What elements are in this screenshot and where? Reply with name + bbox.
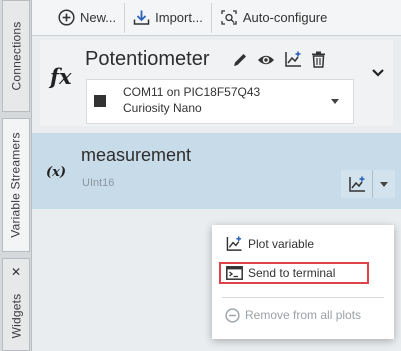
variable-type: UInt16 (82, 177, 115, 189)
close-icon[interactable]: ✕ (11, 265, 21, 279)
tab-widgets[interactable]: ✕ Widgets (2, 258, 30, 351)
new-button[interactable]: New... (50, 2, 126, 33)
tab-widgets-label: Widgets (9, 293, 23, 338)
device-square-icon (94, 95, 106, 107)
connection-line-2: Curiosity Nano (123, 101, 202, 115)
import-button[interactable]: Import... (125, 2, 212, 33)
menu-item-plot-variable-label: Plot variable (248, 237, 315, 251)
menu-item-send-to-terminal-label: Send to terminal (248, 266, 336, 280)
streamer-actions (232, 51, 326, 68)
new-button-label: New... (80, 10, 117, 25)
menu-item-plot-variable[interactable]: Plot variable (219, 233, 314, 255)
plot-variable-button[interactable] (341, 170, 373, 198)
main-panel: New... Import... Auto-configure fx Poten… (32, 0, 401, 351)
fx-icon: fx (50, 64, 72, 89)
streamer-card: fx Potentiometer COM11 on PIC18F57Q43 Cu… (40, 40, 393, 126)
import-icon (133, 10, 150, 25)
chevron-down-icon[interactable] (371, 68, 385, 78)
connection-select-text: COM11 on PIC18F57Q43 Curiosity Nano (123, 84, 260, 116)
caret-down-icon (380, 181, 388, 187)
tab-variable-streamers-label: Variable Streamers (9, 132, 24, 238)
auto-configure-icon (221, 10, 237, 25)
variable-icon: (x) (46, 165, 67, 180)
dropdown-arrow-icon (331, 99, 339, 104)
edit-pencil-icon[interactable] (232, 52, 248, 68)
menu-item-remove-from-all-plots-label: Remove from all plots (245, 308, 362, 322)
menu-item-send-to-terminal[interactable]: Send to terminal (219, 262, 369, 284)
variable-menu-dropdown[interactable] (373, 170, 395, 198)
tab-connections[interactable]: Connections (2, 0, 30, 112)
connection-select[interactable]: COM11 on PIC18F57Q43 Curiosity Nano (86, 79, 354, 124)
trash-icon[interactable] (311, 51, 326, 68)
tab-connections-label: Connections (9, 21, 24, 91)
variable-name: measurement (81, 145, 192, 165)
left-tab-bar: Connections Variable Streamers ✕ Widgets (0, 0, 32, 351)
add-plot-icon (348, 176, 365, 192)
add-plot-icon[interactable] (284, 51, 302, 68)
connection-line-1: COM11 on PIC18F57Q43 (123, 85, 261, 99)
auto-configure-button-label: Auto-configure (242, 10, 328, 25)
visibility-eye-icon[interactable] (257, 52, 275, 68)
variable-card[interactable]: (x) measurement UInt16 (32, 133, 401, 209)
tab-variable-streamers[interactable]: Variable Streamers (2, 118, 30, 252)
remove-circle-icon (225, 307, 240, 323)
auto-configure-button[interactable]: Auto-configure (212, 3, 336, 33)
add-plot-icon (226, 236, 242, 251)
streamer-title: Potentiometer (85, 48, 210, 70)
variable-context-menu: Plot variable Send to terminal Remove fr… (212, 225, 394, 339)
plus-circle-icon (58, 9, 75, 26)
menu-item-remove-from-all-plots[interactable]: Remove from all plots (219, 304, 361, 326)
terminal-icon (226, 266, 243, 280)
variable-actions (341, 170, 395, 198)
menu-separator (222, 297, 384, 298)
import-button-label: Import... (155, 10, 203, 25)
toolbar: New... Import... Auto-configure (32, 0, 401, 36)
